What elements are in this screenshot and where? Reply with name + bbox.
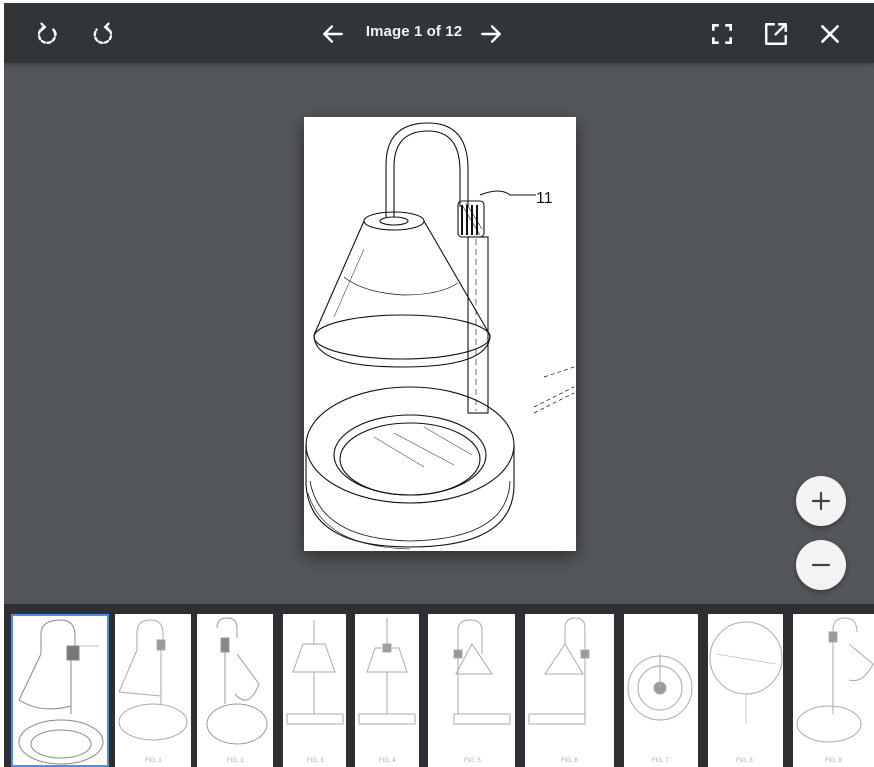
thumbnail[interactable]: [11, 614, 109, 767]
close-button[interactable]: [812, 16, 848, 52]
fullscreen-icon: [712, 24, 732, 44]
thumbnail[interactable]: FIG. 5: [428, 614, 515, 767]
zoom-in-icon: [811, 491, 831, 511]
patent-drawing-lamp: 11: [305, 122, 575, 550]
svg-text:FIG. 7: FIG. 7: [652, 758, 669, 764]
image-counter: Image 1 of 12: [365, 23, 463, 40]
close-icon: [821, 25, 839, 43]
zoom-out-icon: [811, 563, 831, 567]
rotate-right-icon: [93, 22, 113, 45]
svg-text:FIG. 5: FIG. 5: [464, 758, 481, 764]
arrow-left-icon: [323, 25, 343, 43]
thumbnail[interactable]: FIG. 1: [115, 614, 191, 767]
open-in-new-icon: [765, 23, 787, 45]
thumbnail-strip[interactable]: FIG. 1 FIG. 2 FIG. 3 FIG. 4 FIG. 5 FIG. …: [4, 604, 874, 767]
arrow-right-icon: [481, 25, 501, 43]
next-image-button[interactable]: [473, 16, 509, 52]
svg-text:FIG. 2: FIG. 2: [227, 758, 244, 764]
reference-number: 11: [536, 190, 553, 207]
main-image[interactable]: 11: [304, 117, 576, 551]
thumbnail[interactable]: FIG. 6: [525, 614, 614, 767]
image-viewer: Image 1 of 12 11 FIG. 1 FIG. 2 FIG. 3 FI…: [4, 3, 874, 767]
rotate-left-icon: [37, 22, 57, 45]
svg-text:FIG. 4: FIG. 4: [379, 758, 396, 764]
rotate-left-button[interactable]: [30, 16, 66, 52]
thumbnail[interactable]: FIG. 3: [283, 614, 346, 767]
viewer-toolbar: Image 1 of 12: [4, 3, 874, 63]
svg-text:FIG. 1: FIG. 1: [145, 758, 162, 764]
svg-text:FIG. 9: FIG. 9: [825, 758, 842, 764]
thumbnail[interactable]: FIG. 2: [197, 614, 273, 767]
thumbnail[interactable]: FIG. 8: [708, 614, 783, 767]
svg-text:FIG. 6: FIG. 6: [561, 758, 578, 764]
previous-image-button[interactable]: [315, 16, 351, 52]
thumbnail[interactable]: FIG. 7: [624, 614, 698, 767]
zoom-in-button[interactable]: [796, 476, 846, 526]
thumbnail[interactable]: FIG. 4: [355, 614, 419, 767]
zoom-out-button[interactable]: [796, 540, 846, 590]
fullscreen-button[interactable]: [704, 16, 740, 52]
svg-text:FIG. 3: FIG. 3: [307, 758, 324, 764]
open-in-new-button[interactable]: [758, 16, 794, 52]
svg-text:FIG. 8: FIG. 8: [736, 758, 753, 764]
thumbnail[interactable]: FIG. 9: [793, 614, 874, 767]
rotate-right-button[interactable]: [84, 16, 120, 52]
